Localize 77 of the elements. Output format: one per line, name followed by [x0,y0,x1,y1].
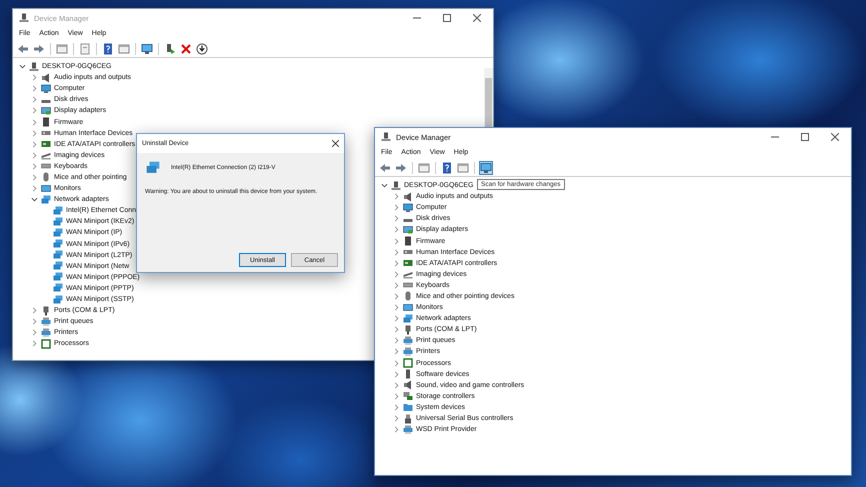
keyboard-icon [41,161,51,172]
scanner-icon [403,269,413,280]
toolbar-button[interactable] [479,160,493,174]
network-icon [53,239,63,250]
chip-icon [403,358,413,368]
circuit-board-icon [41,139,51,150]
mouse-icon [403,291,413,302]
window-icon [56,42,68,54]
help-icon [102,42,114,54]
keyboard-icon [403,280,413,290]
left-arrow-icon [17,42,29,54]
monitor-icon [403,302,413,313]
device-icon [403,369,413,380]
display-card-icon [41,106,51,116]
computer-icon [391,180,401,191]
download-icon [196,42,208,54]
plug-icon [41,306,51,316]
network-icon [53,261,63,272]
computer-icon [381,132,391,142]
monitor-icon [141,42,153,54]
speaker-icon [403,192,413,202]
maximize-icon[interactable] [443,14,451,22]
storage-icon [403,391,413,402]
folder-icon [403,402,413,412]
chevron-icon[interactable] [19,63,26,70]
toolbar-button[interactable] [101,42,115,56]
plug-icon [403,324,413,335]
chip-icon [41,117,51,128]
mouse-icon [41,172,51,182]
circuit-board-icon [403,258,413,268]
monitor-icon [403,202,413,213]
close-icon[interactable] [332,140,339,147]
window-icon [418,162,430,174]
printer-icon [403,424,413,435]
chip-icon [403,236,413,246]
close-icon[interactable] [831,133,839,141]
display-card-icon [403,224,413,235]
chip-icon [41,338,51,349]
help-icon [441,162,453,174]
monitor-icon [480,162,492,174]
computer-icon [19,13,29,23]
plug-icon [164,42,176,54]
toolbar-button[interactable] [140,42,154,56]
speaker-icon [41,72,51,83]
speaker-icon [403,380,413,390]
network-icon [41,194,51,205]
maximize-icon[interactable] [801,133,809,141]
network-icon [145,161,161,175]
network-icon [53,283,63,294]
window-icon [457,162,469,174]
network-icon [53,250,63,260]
printer-icon [41,316,51,327]
network-icon [53,228,63,238]
right-arrow-icon [395,162,407,174]
delete-icon [180,42,192,54]
window-icon [118,42,130,54]
network-icon [53,272,63,282]
network-icon [53,294,63,305]
chevron-icon[interactable] [31,196,38,204]
monitor-icon [41,84,51,94]
toolbar-button[interactable] [195,42,209,56]
printer-icon [41,328,51,338]
scanner-icon [41,150,51,160]
toolbar-button[interactable] [440,160,454,174]
chevron-icon[interactable] [381,182,388,190]
network-icon [53,216,63,227]
right-arrow-icon [33,42,45,54]
properties-icon [79,42,91,54]
network-icon [53,206,63,216]
printer-icon [403,346,413,357]
usb-plug-icon [403,414,413,424]
printer-icon [403,336,413,346]
monitor-icon [41,184,51,194]
network-icon [403,314,413,324]
left-arrow-icon [379,162,391,174]
close-icon[interactable] [473,14,481,22]
computer-icon [29,62,39,72]
